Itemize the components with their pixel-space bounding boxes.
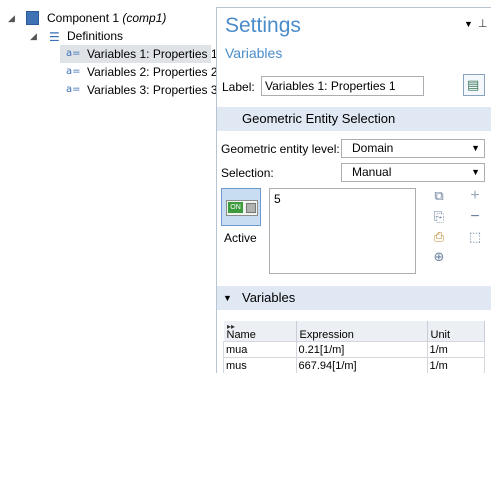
column-header-expression[interactable]: Expression (296, 321, 428, 342)
expand-columns-icon[interactable]: ▸▸ (227, 322, 235, 331)
cell-unit: 1/m (426, 341, 485, 358)
selection-value: Manual (352, 165, 392, 179)
tree-item-label: Variables 2: Properties 2 (87, 65, 218, 79)
switch-on-text: ON (228, 202, 243, 213)
tree-item-label: Variables 3: Properties 3 (87, 83, 218, 97)
variables-icon: a= (66, 66, 81, 77)
component-label: Component 1 (comp1) (47, 11, 167, 25)
pin-icon[interactable]: ⊥ (478, 17, 488, 30)
cell-name[interactable]: mus (223, 357, 297, 373)
settings-subtitle: Variables (225, 45, 283, 61)
definitions-icon: ☰ (49, 30, 60, 44)
settings-title: Settings (225, 14, 301, 37)
column-header-unit[interactable]: Unit (427, 321, 485, 342)
selection-dropdown[interactable]: Manual ▼ (341, 163, 485, 182)
active-label: Active (224, 231, 257, 245)
clipboard-icon[interactable]: ⎙ (431, 229, 447, 245)
cell-expression[interactable]: 0.21[1/m] (295, 341, 428, 358)
settings-panel: Settings Variables ▼ ⊥ Label: Variables … (216, 7, 491, 373)
panel-menu-icon[interactable]: ▼ (464, 19, 473, 29)
tree-item-variables-3[interactable]: a= Variables 3: Properties 3 (60, 81, 218, 99)
entity-level-value: Domain (352, 141, 394, 155)
label-caption: Label: (222, 80, 255, 94)
definitions-label: Definitions (67, 29, 124, 43)
collapse-section-icon: ▼ (223, 293, 232, 303)
label-field[interactable]: Variables 1: Properties 1 (261, 76, 424, 96)
copy-selection-icon[interactable]: ⎘ (431, 209, 447, 225)
active-toggle-button[interactable]: ON (221, 188, 261, 226)
edit-label-icon: ▤ (467, 77, 480, 92)
selection-list[interactable]: 5 (269, 188, 416, 274)
column-header-label: Expression (299, 329, 354, 341)
edit-label-button[interactable]: ▤ (463, 74, 485, 96)
entity-level-caption: Geometric entity level: (221, 142, 340, 156)
variables-icon: a= (66, 48, 81, 59)
variables-table: Name Expression Unit mua 0.21[1/m] 1/m m… (223, 321, 485, 373)
geometric-entity-selection-header[interactable]: Geometric Entity Selection (217, 107, 491, 131)
tree-item-variables-1[interactable]: a= Variables 1: Properties 1 (60, 45, 218, 63)
remove-icon[interactable]: − (467, 209, 483, 225)
cell-unit: 1/m (426, 357, 485, 373)
column-header-label: Unit (430, 329, 451, 341)
tree-item-variables-2[interactable]: a= Variables 2: Properties 2 (60, 63, 218, 81)
section-title: Geometric Entity Selection (242, 111, 396, 126)
zoom-to-selection-icon[interactable]: ⊕ (431, 249, 447, 265)
clear-selection-icon[interactable]: ⬚ (467, 229, 483, 245)
collapse-toggle-icon[interactable]: ◢ (30, 27, 37, 45)
paste-selection-icon[interactable]: ⧉ (431, 188, 447, 204)
variables-section-header[interactable]: ▼ Variables (217, 286, 491, 310)
component-icon (26, 11, 39, 25)
table-header-row: Name Expression Unit (223, 321, 485, 342)
entity-level-dropdown[interactable]: Domain ▼ (341, 139, 485, 158)
switch-knob (246, 203, 256, 213)
table-row[interactable]: mua 0.21[1/m] 1/m (223, 341, 485, 358)
selection-caption: Selection: (221, 166, 274, 180)
on-switch-icon: ON (226, 200, 258, 216)
tree-item-label: Variables 1: Properties 1 (87, 47, 218, 61)
variables-icon: a= (66, 84, 81, 95)
add-icon[interactable]: + (467, 188, 483, 204)
selected-domain[interactable]: 5 (274, 192, 281, 206)
table-row[interactable]: mus 667.94[1/m] 1/m (223, 357, 485, 373)
chevron-down-icon: ▼ (471, 143, 480, 153)
collapse-toggle-icon[interactable]: ◢ (8, 9, 15, 27)
section-title: Variables (242, 290, 296, 305)
cell-expression[interactable]: 667.94[1/m] (295, 357, 428, 373)
cell-name[interactable]: mua (223, 341, 297, 358)
chevron-down-icon: ▼ (471, 167, 480, 177)
